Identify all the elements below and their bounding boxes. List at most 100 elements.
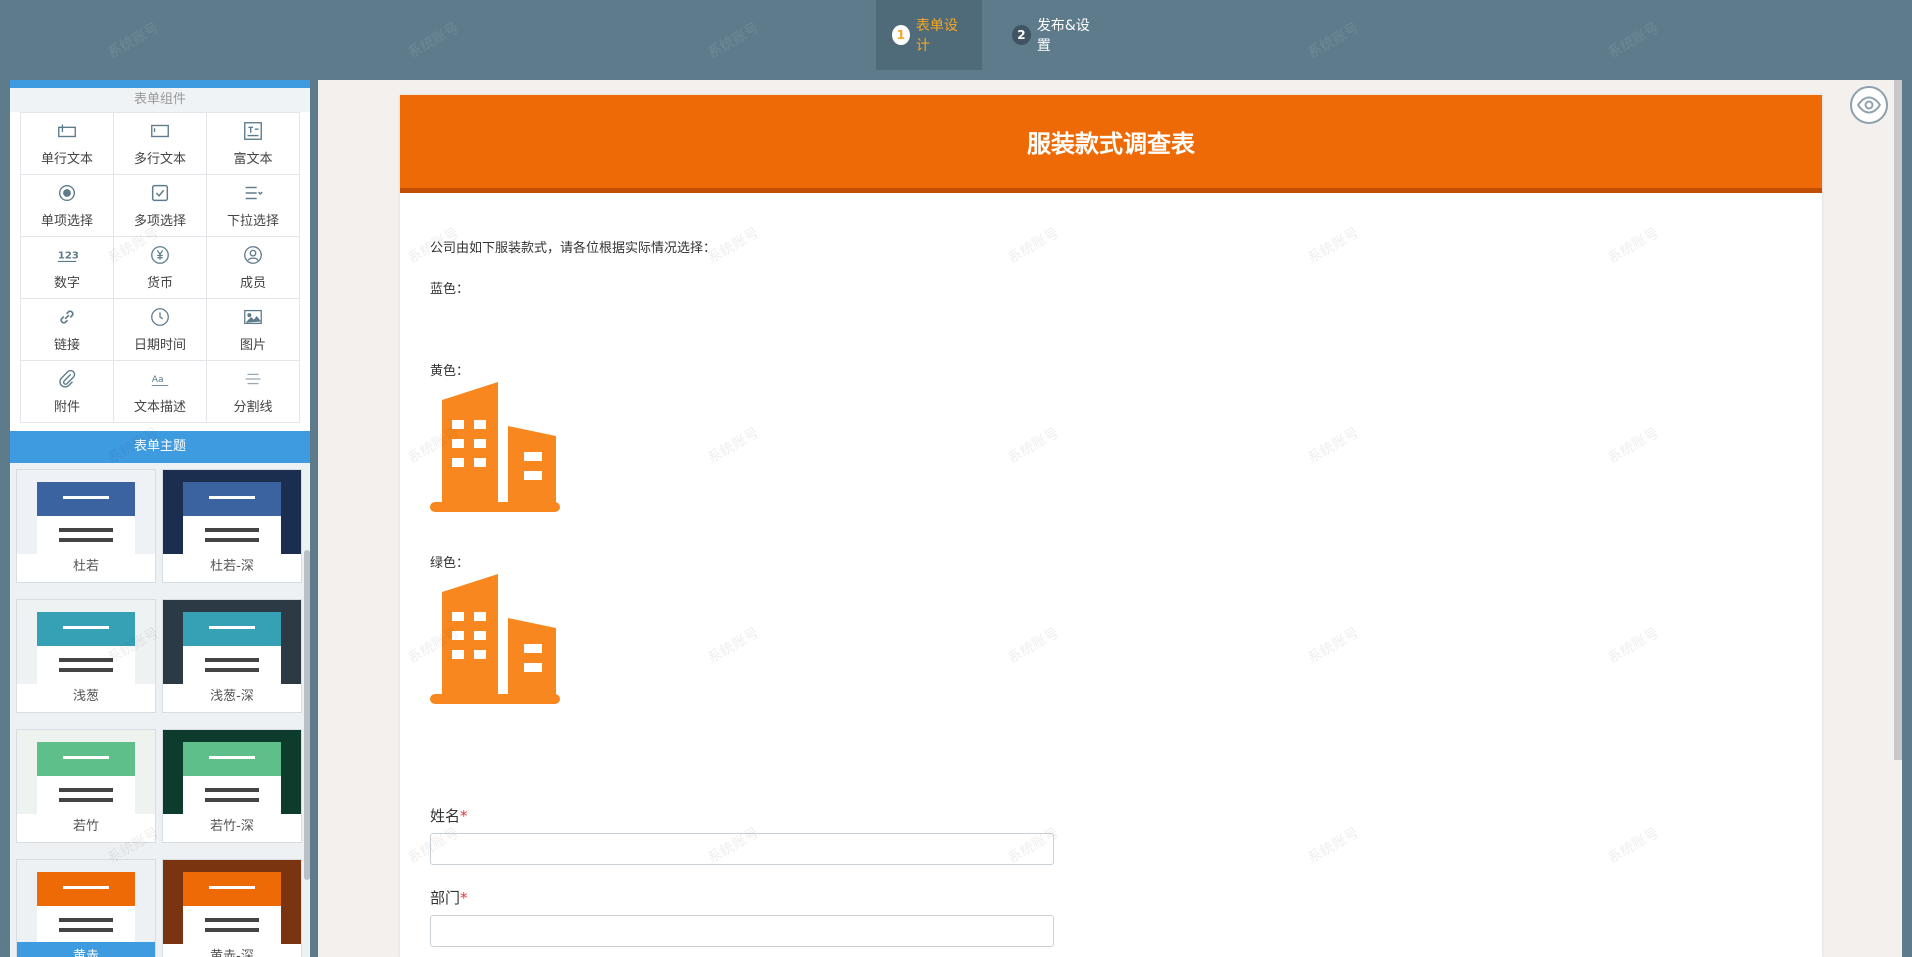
theme-line [59,788,113,792]
component-text-description[interactable]: Aa 文本描述 [114,361,207,423]
field-label-department[interactable]: 部门* [430,887,468,908]
panel-top-line [10,80,310,88]
rich-text-icon [244,122,262,140]
component-label: 多项选择 [133,214,186,229]
theme-line [205,538,259,542]
component-rich-text[interactable]: 富文本 [207,113,300,175]
step-number: 2 [1012,25,1031,45]
theme-line [59,668,113,672]
step-publish-settings[interactable]: 2 发布&设置 [996,0,1116,70]
theme-body [37,646,135,684]
theme-card[interactable]: 若竹 [16,729,156,843]
theme-band [37,612,135,646]
theme-line [205,668,259,672]
theme-line [205,798,259,802]
step-number: 1 [892,25,910,45]
theme-card[interactable]: 若竹-深 [162,729,302,843]
field-label-name[interactable]: 姓名* [430,805,468,826]
component-link[interactable]: 链接 [21,299,114,361]
component-currency[interactable]: 货币 [114,237,207,299]
theme-line [59,528,113,532]
component-label: 单项选择 [40,214,93,229]
form-title[interactable]: 服装款式调查表 [1027,124,1195,159]
component-label: 货币 [146,276,173,291]
component-number[interactable]: 123 数字 [21,237,114,299]
theme-preview [17,860,155,944]
theme-card[interactable]: 杜若-深 [162,469,302,583]
component-radio[interactable]: 单项选择 [21,175,114,237]
form-header: 服装款式调查表 [400,95,1822,193]
theme-preview [17,470,155,554]
component-label: 单行文本 [40,152,93,167]
link-icon [60,310,74,324]
component-datetime[interactable]: 日期时间 [114,299,207,361]
component-label: 图片 [239,338,266,353]
component-label: 分割线 [233,400,273,415]
theme-name: 浅葱 [72,689,99,704]
theme-line [59,798,113,802]
theme-preview [17,730,155,814]
theme-card[interactable]: 黄赤 [16,859,156,957]
theme-line [59,918,113,922]
theme-line [59,928,113,932]
theme-name: 杜若 [72,559,99,574]
theme-line [205,928,259,932]
step-label: 发布&设置 [1036,18,1090,54]
left-panel: 表单组件 单行文本 多行文本 富文本 单项选择 多项选择 下拉选择 123 数字 [10,80,310,957]
preview-button[interactable] [1850,86,1888,124]
canvas-scrollbar[interactable] [1894,80,1902,760]
theme-card[interactable]: 浅葱 [16,599,156,713]
theme-band-line [63,886,109,889]
component-label: 文本描述 [133,400,186,415]
theme-band [183,742,281,776]
step-form-design[interactable]: 1 表单设计 [876,0,982,70]
text-description-icon: Aa [151,374,169,386]
single-line-text-icon [58,124,76,138]
option-label-yellow[interactable]: 黄色： [430,360,469,379]
component-label: 日期时间 [133,338,186,353]
component-member[interactable]: 成员 [207,237,300,299]
component-label: 下拉选择 [226,214,279,229]
eye-icon [1857,96,1881,114]
component-divider[interactable]: 分割线 [207,361,300,423]
theme-card[interactable]: 黄赤-深 [162,859,302,957]
component-multi-line-text[interactable]: 多行文本 [114,113,207,175]
building-icon [430,382,560,512]
theme-body [37,776,135,814]
theme-card[interactable]: 杜若 [16,469,156,583]
theme-line [59,658,113,662]
clock-icon [151,308,169,326]
component-label: 数字 [53,276,80,291]
required-mark: * [460,889,468,907]
name-input[interactable] [430,833,1054,865]
theme-band [183,482,281,516]
component-single-line-text[interactable]: 单行文本 [21,113,114,175]
member-icon [244,246,262,264]
component-dropdown[interactable]: 下拉选择 [207,175,300,237]
theme-card[interactable]: 浅葱-深 [162,599,302,713]
department-input[interactable] [430,915,1054,947]
theme-name: 浅葱-深 [210,689,254,704]
component-label: 多行文本 [133,152,186,167]
option-label-blue[interactable]: 蓝色： [430,278,469,297]
option-label-green[interactable]: 绿色： [430,552,469,571]
theme-preview [163,470,301,554]
theme-line [59,538,113,542]
theme-body [183,516,281,554]
theme-title: 表单主题 [10,431,310,463]
component-label: 链接 [53,338,80,353]
form-description[interactable]: 公司由如下服装款式，请各位根据实际情况选择： [430,237,716,256]
component-image[interactable]: 图片 [207,299,300,361]
theme-band-line [63,756,109,759]
themes-grid: 杜若 杜若-深浅葱 浅葱-深若竹 若竹-深黄赤 黄赤-深 [10,463,310,957]
component-attachment[interactable]: 附件 [21,361,114,423]
theme-body [37,906,135,944]
component-label: 富文本 [233,152,273,167]
theme-band [37,872,135,906]
theme-line [205,788,259,792]
theme-band [37,482,135,516]
dropdown-list-icon [245,186,263,200]
left-panel-scrollbar[interactable] [304,550,310,880]
theme-name: 若竹-深 [210,819,254,834]
component-checkbox[interactable]: 多项选择 [114,175,207,237]
